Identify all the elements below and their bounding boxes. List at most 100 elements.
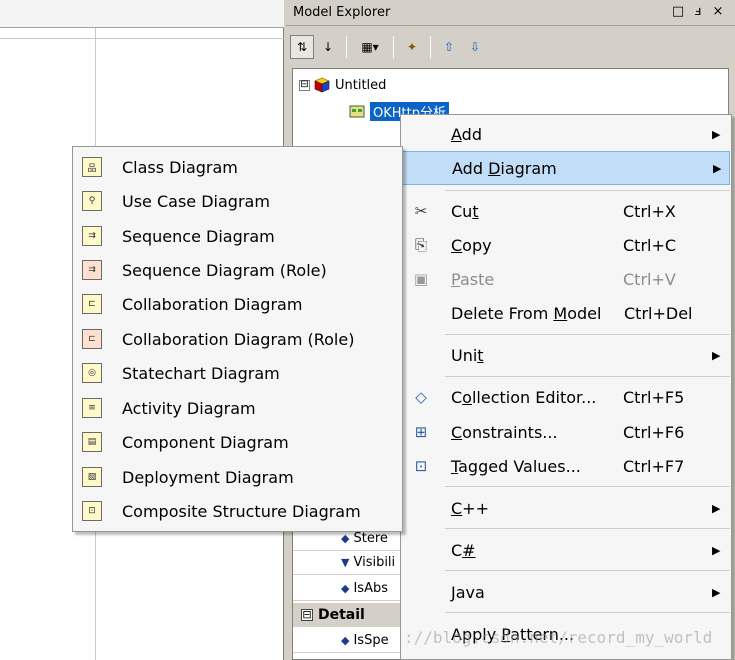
menu-separator	[445, 486, 730, 487]
move-up-icon[interactable]: ⇧	[437, 35, 461, 59]
pin-icon[interactable]: ⅎ	[691, 4, 705, 20]
context-menu: Add ▶ Add Diagram ▶ ✂ Cut Ctrl+X ⎘ Copy …	[400, 114, 732, 660]
property-diamond-icon: ◆	[341, 532, 350, 545]
submenu-item-label: Component Diagram	[122, 432, 289, 452]
menu-item-cut[interactable]: ✂ Cut Ctrl+X	[402, 194, 730, 228]
submenu-item-label: Activity Diagram	[122, 398, 256, 418]
sequence-diagram-icon: ⇉	[82, 226, 102, 246]
submenu-item-sequence-diagram-role[interactable]: ⇉ Sequence Diagram (Role)	[74, 253, 401, 287]
menu-shortcut: Ctrl+F7	[623, 456, 685, 476]
menu-item-label: Unit	[451, 345, 484, 365]
toolbar-separator	[430, 36, 431, 58]
submenu-arrow-icon: ▶	[712, 127, 721, 141]
filter-icon[interactable]: ✦	[400, 35, 424, 59]
menu-item-label: C++	[451, 498, 489, 518]
property-label: IsSpe	[353, 633, 389, 648]
menu-item-unit[interactable]: Unit ▶	[402, 338, 730, 372]
submenu-item-label: Sequence Diagram (Role)	[122, 260, 327, 280]
menu-item-label: Collection Editor...	[451, 387, 597, 407]
submenu-item-label: Class Diagram	[122, 157, 238, 177]
submenu-arrow-icon: ▶	[712, 501, 721, 515]
submenu-item-label: Collaboration Diagram	[122, 294, 303, 314]
submenu-arrow-icon: ▶	[712, 585, 721, 599]
menu-shortcut: Ctrl+C	[623, 235, 677, 255]
menu-item-constraints[interactable]: ⊞ Constraints... Ctrl+F6	[402, 415, 730, 449]
menu-item-tagged-values[interactable]: ⊡ Tagged Values... Ctrl+F7	[402, 449, 730, 483]
model-icon	[349, 105, 365, 118]
menu-separator	[445, 528, 730, 529]
submenu-item-label: Sequence Diagram	[122, 226, 275, 246]
close-icon[interactable]: ×	[711, 4, 725, 20]
property-label: Visibili	[353, 555, 396, 570]
menu-separator	[445, 334, 730, 335]
menu-item-label: Constraints...	[451, 422, 558, 442]
collapse-icon[interactable]: ⊟	[301, 609, 313, 621]
menu-shortcut: Ctrl+F5	[623, 387, 685, 407]
menu-item-delete-from-model[interactable]: Delete From Model Ctrl+Del	[402, 296, 730, 330]
panel-window-buttons: □ ⅎ ×	[671, 4, 725, 20]
menu-item-label: C#	[451, 540, 476, 560]
menu-item-label: Paste	[451, 269, 495, 289]
submenu-item-deployment-diagram[interactable]: ▧ Deployment Diagram	[74, 460, 401, 494]
submenu-arrow-icon: ▶	[712, 543, 721, 557]
menu-item-label: Copy	[451, 235, 492, 255]
tree-node-label: Untitled	[335, 77, 387, 93]
menu-separator	[445, 612, 730, 613]
submenu-item-use-case-diagram[interactable]: ⚲ Use Case Diagram	[74, 184, 401, 218]
move-down-icon[interactable]: ⇩	[463, 35, 487, 59]
add-element-icon[interactable]: ▦▾	[353, 35, 387, 59]
submenu-arrow-icon: ▶	[712, 348, 721, 362]
menu-item-java[interactable]: Java ▶	[402, 575, 730, 609]
menu-item-add[interactable]: Add ▶	[402, 117, 730, 151]
collaboration-diagram-icon: ⊏	[82, 294, 102, 314]
property-dropdown-icon: ▼	[341, 556, 350, 569]
menu-item-cpp[interactable]: C++ ▶	[402, 491, 730, 525]
menu-item-add-diagram[interactable]: Add Diagram ▶	[402, 151, 730, 185]
menu-item-label: Add	[451, 124, 482, 144]
submenu-item-component-diagram[interactable]: ▤ Component Diagram	[74, 425, 401, 459]
tagged-values-icon: ⊡	[414, 457, 428, 475]
submenu-item-label: Use Case Diagram	[122, 191, 270, 211]
statechart-diagram-icon: ◎	[82, 363, 102, 383]
menu-item-label: Tagged Values...	[451, 456, 581, 476]
collapse-icon[interactable]: ⊟	[299, 79, 310, 91]
menu-shortcut: Ctrl+Del	[624, 303, 693, 323]
submenu-item-sequence-diagram[interactable]: ⇉ Sequence Diagram	[74, 219, 401, 253]
menu-shortcut: Ctrl+F6	[623, 422, 685, 442]
sort-order-icon[interactable]: ⇅	[290, 35, 314, 59]
canvas-header	[0, 0, 284, 28]
component-diagram-icon: ▤	[82, 432, 102, 452]
watermark-text: ://blog.csdn.net/record_my_world	[404, 628, 713, 647]
menu-separator	[445, 376, 730, 377]
maximize-icon[interactable]: □	[671, 4, 685, 20]
menu-item-collection-editor[interactable]: ◇ Collection Editor... Ctrl+F5	[402, 380, 730, 414]
activity-diagram-icon: ≡	[82, 398, 102, 418]
canvas-gridline	[0, 38, 284, 39]
submenu-item-collaboration-diagram[interactable]: ⊏ Collaboration Diagram	[74, 287, 401, 321]
submenu-item-label: Deployment Diagram	[122, 467, 294, 487]
add-diagram-submenu: 品 Class Diagram ⚲ Use Case Diagram ⇉ Seq…	[72, 146, 403, 532]
constraints-icon: ⊞	[414, 423, 428, 441]
sort-alpha-icon[interactable]: ↓	[316, 35, 340, 59]
property-label: IsAbs	[353, 581, 388, 596]
submenu-item-activity-diagram[interactable]: ≡ Activity Diagram	[74, 391, 401, 425]
submenu-item-label: Composite Structure Diagram	[122, 501, 361, 521]
deployment-diagram-icon: ▧	[82, 467, 102, 487]
scissors-icon: ✂	[414, 202, 428, 220]
submenu-item-class-diagram[interactable]: 品 Class Diagram	[74, 150, 401, 184]
menu-item-copy[interactable]: ⎘ Copy Ctrl+C	[402, 228, 730, 262]
menu-shortcut: Ctrl+V	[623, 269, 676, 289]
paste-icon: ▣	[413, 270, 429, 288]
toolbar-separator	[346, 36, 347, 58]
submenu-item-statechart-diagram[interactable]: ◎ Statechart Diagram	[74, 356, 401, 390]
submenu-item-collaboration-diagram-role[interactable]: ⊏ Collaboration Diagram (Role)	[74, 322, 401, 356]
tree-node-untitled[interactable]: ⊟ Untitled	[299, 75, 386, 95]
menu-item-csharp[interactable]: C# ▶	[402, 533, 730, 567]
panel-title: Model Explorer	[293, 5, 391, 20]
class-diagram-icon: 品	[82, 157, 102, 177]
submenu-item-composite-structure-diagram[interactable]: ⊡ Composite Structure Diagram	[74, 494, 401, 528]
submenu-item-label: Collaboration Diagram (Role)	[122, 329, 355, 349]
menu-item-paste[interactable]: ▣ Paste Ctrl+V	[402, 262, 730, 296]
use-case-diagram-icon: ⚲	[82, 191, 102, 211]
project-icon	[314, 77, 330, 93]
